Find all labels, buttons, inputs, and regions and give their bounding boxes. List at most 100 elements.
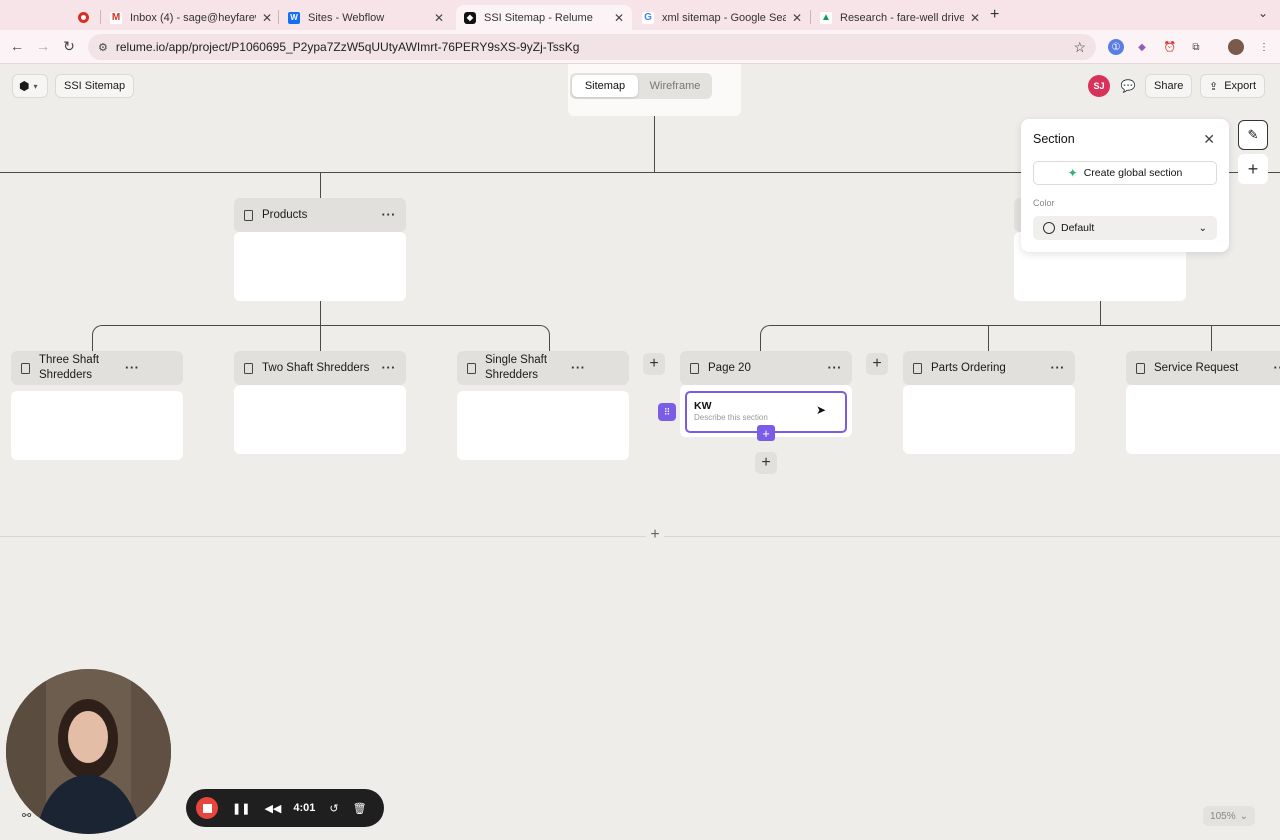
ai-wand-icon[interactable]: ✎	[1238, 120, 1268, 150]
color-label: Color	[1033, 198, 1055, 208]
page-node-service-request[interactable]: Service Request ···	[1126, 351, 1280, 385]
close-tab-icon[interactable]: ✕	[792, 11, 802, 25]
drive-icon: ▲	[820, 11, 832, 24]
page-node-three-shaft[interactable]: Three Shaft Shredders ···	[11, 351, 183, 385]
add-icon[interactable]: +	[1238, 154, 1268, 184]
site-info-icon[interactable]: ⚙	[98, 41, 108, 54]
page-node-body[interactable]	[234, 232, 406, 301]
page-node-products[interactable]: Products ···	[234, 198, 406, 232]
add-child-page-button[interactable]: +	[755, 452, 777, 474]
url-field[interactable]: ⚙ relume.io/app/project/P1060695_P2ypa7Z…	[88, 34, 1096, 60]
chevron-down-icon: ⌄	[1239, 810, 1248, 822]
sitemap-tab[interactable]: Sitemap	[572, 75, 638, 97]
record-icon	[78, 12, 89, 23]
reload-icon[interactable]: ↻	[60, 38, 78, 55]
close-icon[interactable]: ✕	[1203, 131, 1215, 148]
connector-line	[988, 325, 989, 351]
tab-webflow[interactable]: W Sites - Webflow ✕	[280, 5, 452, 30]
star-icon[interactable]: ☆	[1073, 39, 1086, 56]
mouse-cursor-icon: ➤	[816, 403, 827, 417]
connector-line	[320, 301, 321, 325]
gmail-icon: M	[110, 11, 122, 24]
page-node-page20[interactable]: Page 20 ···	[680, 351, 852, 385]
page-node-body[interactable]	[457, 391, 629, 460]
section-popover: Section ✕ ✦ Create global section Color …	[1021, 119, 1229, 252]
page-node-body[interactable]	[234, 385, 406, 454]
connector-line	[1100, 301, 1101, 325]
connector-line	[92, 325, 550, 351]
new-tab-icon[interactable]: +	[990, 6, 999, 24]
extension-icon[interactable]: ◆	[1134, 39, 1150, 55]
profile-avatar[interactable]	[1228, 39, 1244, 55]
chevron-down-icon: ⌄	[1198, 222, 1207, 234]
webflow-icon: W	[288, 11, 300, 24]
close-tab-icon[interactable]: ✕	[434, 11, 444, 25]
drag-handle-icon[interactable]: ⠿	[658, 403, 676, 421]
page-node-body[interactable]	[1126, 385, 1280, 454]
more-icon[interactable]: ···	[828, 361, 843, 374]
tab-recording[interactable]	[70, 5, 100, 30]
stop-recording-button[interactable]	[196, 797, 218, 819]
more-menu-icon[interactable]: ⋮	[1256, 39, 1272, 55]
google-icon: G	[642, 11, 654, 24]
more-icon[interactable]: ···	[1051, 361, 1066, 374]
tab-drive[interactable]: ▲ Research - fare-well drive - G ✕	[812, 5, 988, 30]
more-icon[interactable]: ···	[571, 361, 586, 374]
add-sitemap-button[interactable]: +	[646, 526, 664, 544]
back-icon[interactable]: ←	[8, 38, 26, 54]
add-page-button[interactable]: +	[643, 353, 665, 375]
close-tab-icon[interactable]: ✕	[614, 11, 624, 25]
page-node-body[interactable]	[11, 391, 183, 460]
close-tab-icon[interactable]: ✕	[262, 11, 272, 25]
page-icon	[690, 362, 699, 374]
page-node-single-shaft[interactable]: Single Shaft Shredders ···	[457, 351, 629, 385]
user-avatar[interactable]: SJ	[1088, 75, 1110, 97]
export-button[interactable]: ⇪ Export	[1200, 74, 1266, 98]
browser-tab-bar: M Inbox (4) - sage@heyfarewell ✕ W Sites…	[0, 0, 1280, 30]
forward-icon[interactable]: →	[34, 38, 52, 54]
add-page-button[interactable]: +	[866, 353, 888, 375]
pause-icon[interactable]: ❚❚	[232, 802, 250, 815]
connector-line	[1211, 325, 1212, 351]
global-component-icon: ✦	[1067, 166, 1078, 180]
connector-line	[320, 172, 321, 198]
color-select[interactable]: Default ⌄	[1033, 216, 1217, 240]
connector-line	[760, 325, 1280, 351]
page-icon	[913, 362, 922, 374]
close-tab-icon[interactable]: ✕	[970, 11, 980, 25]
share-button[interactable]: Share	[1145, 74, 1193, 98]
tab-google[interactable]: G xml sitemap - Google Search ✕	[634, 5, 810, 30]
alarm-extension-icon[interactable]: ⏰	[1162, 39, 1178, 55]
chevron-down-icon: ▾	[33, 81, 38, 91]
sitemap-tree-icon[interactable]: ⚯	[22, 809, 31, 822]
rewind-icon[interactable]: ◀◀	[264, 802, 281, 815]
relume-logo-menu[interactable]: ⬢ ▾	[12, 74, 48, 98]
puzzle-icon[interactable]: ⧉	[1188, 39, 1204, 55]
connector-line	[654, 116, 655, 172]
page-icon	[244, 209, 253, 221]
page-icon	[1136, 362, 1145, 374]
project-name-button[interactable]: SSI Sitemap	[55, 74, 135, 98]
view-toggle: Sitemap Wireframe	[570, 73, 712, 99]
page-icon	[467, 362, 476, 374]
page-node-parts-ordering[interactable]: Parts Ordering ···	[903, 351, 1075, 385]
page-node-body[interactable]	[903, 385, 1075, 454]
add-section-button[interactable]: +	[757, 425, 775, 441]
restart-icon[interactable]: ↺	[329, 802, 338, 815]
password-extension-icon[interactable]: ①	[1108, 39, 1124, 55]
more-icon[interactable]: ···	[382, 208, 397, 221]
page-node-two-shaft[interactable]: Two Shaft Shredders ···	[234, 351, 406, 385]
more-icon[interactable]: ···	[125, 361, 140, 374]
more-icon[interactable]: ···	[382, 361, 397, 374]
wireframe-tab[interactable]: Wireframe	[640, 75, 710, 97]
tab-gmail[interactable]: M Inbox (4) - sage@heyfarewell ✕	[102, 5, 280, 30]
color-swatch-icon	[1043, 222, 1055, 234]
tab-relume[interactable]: ◆ SSI Sitemap - Relume ✕	[456, 5, 632, 30]
create-global-section-button[interactable]: ✦ Create global section	[1033, 161, 1217, 185]
zoom-control[interactable]: 105% ⌄	[1203, 806, 1255, 826]
chevron-down-icon[interactable]: ⌄	[1258, 6, 1268, 20]
more-icon[interactable]: ···	[1274, 361, 1280, 374]
comments-icon[interactable]: 💬	[1116, 74, 1140, 98]
sitemap-canvas[interactable]: ⬢ ▾ SSI Sitemap Sitemap Wireframe SJ 💬 S…	[0, 64, 1280, 840]
trash-icon[interactable]: 🗑	[353, 802, 367, 815]
